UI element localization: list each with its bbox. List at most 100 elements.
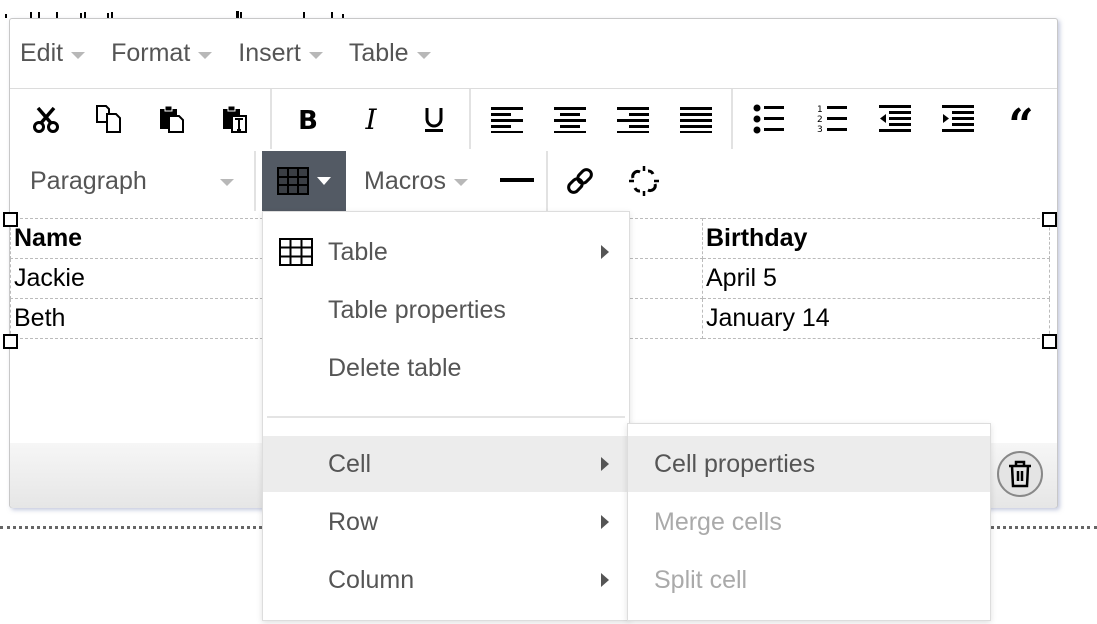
menu-format-label: Format	[111, 39, 191, 67]
align-center-icon	[553, 107, 586, 133]
blockquote-button[interactable]: “	[989, 97, 1052, 141]
menu-table-label: Table	[348, 39, 409, 67]
table-icon	[277, 167, 309, 195]
menu-item-cell[interactable]: Cell	[263, 436, 629, 492]
menu-item-table-properties-label: Table properties	[328, 295, 506, 324]
cut-button[interactable]	[14, 97, 77, 141]
table-cell[interactable]: January 14	[702, 298, 1050, 339]
chevron-right-icon	[601, 515, 609, 529]
indent-button[interactable]	[926, 97, 989, 141]
align-left-button[interactable]	[475, 97, 538, 141]
indent-icon	[941, 105, 974, 132]
text-style-group: B I	[272, 89, 471, 149]
menu-edit-label: Edit	[20, 39, 64, 67]
svg-text:1: 1	[817, 105, 823, 115]
paste-button[interactable]	[140, 97, 203, 141]
alignment-group	[471, 89, 733, 149]
align-right-icon	[616, 107, 649, 133]
menu-item-cell-properties[interactable]: Cell properties	[628, 436, 990, 492]
link-icon	[567, 168, 593, 194]
horizontal-rule-button[interactable]	[488, 151, 548, 211]
menu-item-row-label: Row	[328, 507, 379, 536]
italic-icon: I	[364, 104, 377, 134]
menu-format[interactable]: Format	[111, 39, 213, 68]
chevron-down-icon	[317, 177, 331, 185]
chevron-down-icon	[220, 179, 234, 186]
chevron-right-icon	[601, 573, 609, 587]
bullet-list-icon	[753, 104, 784, 134]
horizontal-rule-icon	[499, 178, 534, 182]
numbered-list-icon: 123	[817, 105, 847, 134]
align-left-icon	[490, 107, 523, 133]
svg-text:3: 3	[817, 125, 823, 134]
menu-table[interactable]: Table	[349, 39, 431, 68]
macros-menu[interactable]: Macros	[364, 167, 468, 196]
chevron-right-icon	[601, 457, 609, 471]
menu-insert-label: Insert	[238, 39, 301, 67]
formatting-toolbar: B I 1 2 3 “	[10, 89, 1057, 149]
outdent-icon	[878, 105, 911, 132]
table-resize-handle-top-left[interactable]	[3, 212, 18, 227]
menu-separator	[267, 416, 625, 418]
align-center-button[interactable]	[538, 97, 601, 141]
insert-link-button[interactable]	[548, 159, 612, 203]
align-justify-icon	[679, 107, 712, 133]
list-group: 123 “	[733, 89, 1056, 149]
chevron-down-icon	[71, 51, 86, 59]
italic-button[interactable]: I	[339, 97, 402, 141]
background-text-fragments	[5, 11, 344, 18]
table-button[interactable]	[262, 151, 346, 211]
menu-item-column-label: Column	[328, 565, 415, 594]
chevron-down-icon	[453, 179, 468, 186]
macros-label: Macros	[364, 166, 446, 195]
menu-item-row[interactable]: Row	[263, 494, 629, 550]
menu-item-table-label: Table	[328, 237, 388, 266]
menu-item-column[interactable]: Column	[263, 552, 629, 608]
menu-edit[interactable]: Edit	[20, 39, 86, 68]
cut-icon	[32, 106, 59, 133]
outdent-button[interactable]	[863, 97, 926, 141]
background-document-text	[0, 0, 1097, 18]
chevron-right-icon	[601, 245, 609, 259]
svg-text:B: B	[298, 106, 318, 134]
align-right-button[interactable]	[601, 97, 664, 141]
table-resize-handle-top-right[interactable]	[1042, 212, 1057, 227]
numbered-list-button[interactable]: 123	[800, 97, 863, 141]
paste-as-text-button[interactable]	[203, 97, 266, 141]
menu-item-delete-table[interactable]: Delete table	[263, 340, 629, 396]
underline-button[interactable]	[402, 97, 465, 141]
insert-toolbar: Paragraph Macros	[10, 149, 1057, 213]
menu-item-delete-table-label: Delete table	[328, 353, 462, 382]
table-resize-handle-bottom-right[interactable]	[1042, 334, 1057, 349]
svg-text:“: “	[1008, 104, 1033, 134]
remove-link-button[interactable]	[612, 159, 676, 203]
copy-button[interactable]	[77, 97, 140, 141]
menu-item-table-properties[interactable]: Table properties	[263, 282, 629, 338]
svg-text:2: 2	[817, 115, 823, 125]
paste-icon	[159, 105, 184, 133]
menu-item-table[interactable]: Table	[263, 224, 629, 280]
table-cell[interactable]: April 5	[702, 258, 1050, 299]
menu-insert[interactable]: Insert	[238, 39, 323, 68]
trash-icon	[1009, 460, 1031, 488]
menu-item-merge-cells: Merge cells	[628, 494, 990, 550]
unlink-icon	[628, 166, 659, 196]
bullet-list-button[interactable]	[737, 97, 800, 141]
chevron-down-icon	[198, 51, 213, 59]
paste-as-text-icon	[222, 105, 247, 133]
block-format-select[interactable]: Paragraph	[10, 151, 256, 211]
cell-submenu: Cell properties Merge cells Split cell	[627, 423, 991, 621]
menu-item-cell-label: Cell	[328, 449, 372, 478]
align-justify-button[interactable]	[664, 97, 727, 141]
chevron-down-icon	[416, 51, 431, 59]
delete-table-button[interactable]	[997, 451, 1043, 497]
table-resize-handle-bottom-left[interactable]	[3, 334, 18, 349]
header-cell-birthday[interactable]: Birthday	[702, 218, 1050, 259]
table-icon	[279, 238, 313, 266]
menu-item-split-cell-label: Split cell	[654, 565, 748, 594]
menu-item-split-cell: Split cell	[628, 552, 990, 608]
menu-item-merge-cells-label: Merge cells	[654, 507, 782, 536]
bold-button[interactable]: B	[276, 97, 339, 141]
bold-icon: B	[298, 106, 318, 134]
clipboard-group	[10, 89, 272, 149]
